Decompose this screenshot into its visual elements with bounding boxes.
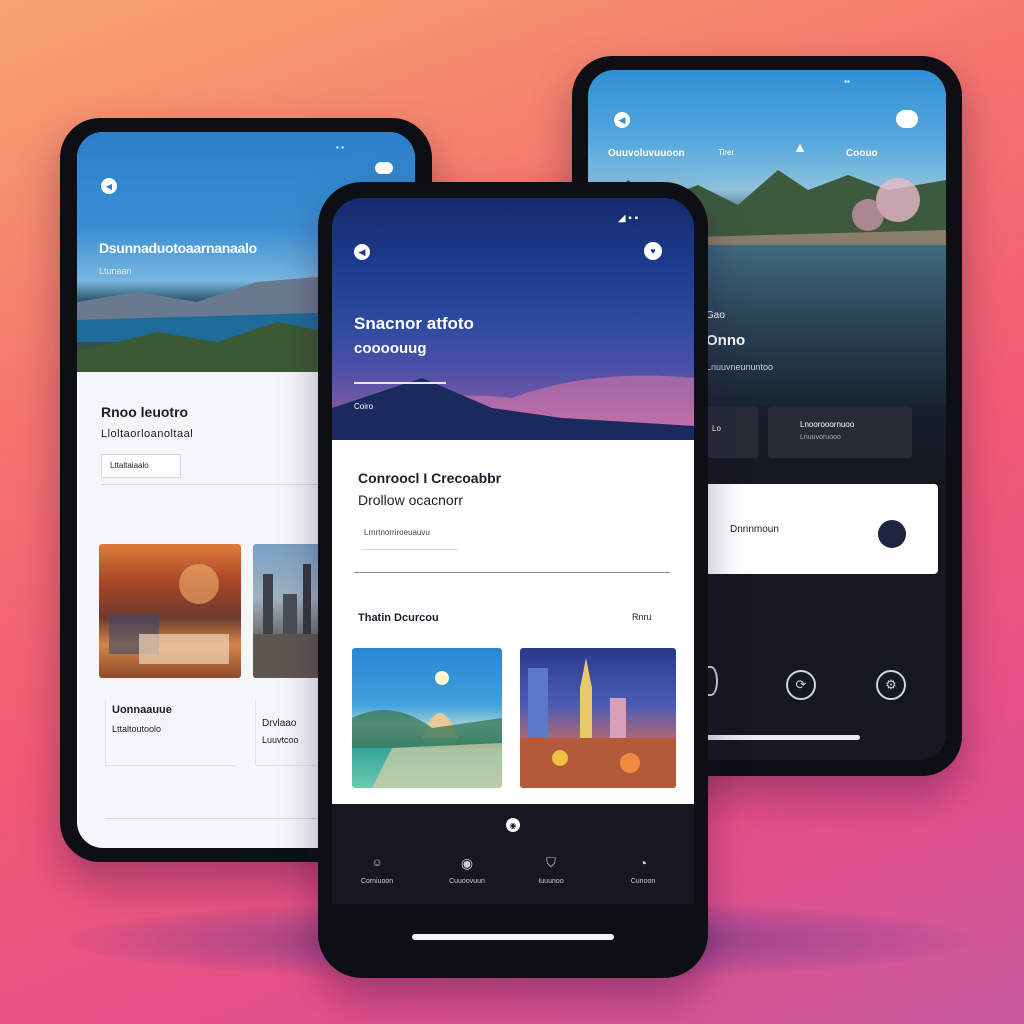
right-cta-label: Dnnnmoun [730,524,779,535]
center-thumb-temple[interactable] [352,648,502,788]
right-hero-tab-2[interactable]: Coouo [846,148,878,159]
left-wifi-icon: ▪ ▪ [336,142,344,152]
right-tile-right[interactable]: Lnoorooornuoo Lnuuvoruooo [768,406,912,458]
left-back-icon[interactable]: ◀ [101,178,117,194]
mountain-tab-icon: ▲ [793,139,807,155]
center-nav-home-icon[interactable]: ◉ [506,818,520,832]
center-section-subtitle: Drollow ocacnorr [358,492,464,508]
center-nav-0-glyph: ☺ [371,857,383,869]
center-nav-0-icon[interactable]: ☺ [362,854,392,872]
center-list-header: Thatin Dcurcou [358,612,439,624]
center-nav-2-icon[interactable]: ⛉ [536,854,566,872]
center-section-title: Conroocl I Crecoabbr [358,470,502,486]
right-tile-left[interactable]: Lo [706,406,758,458]
center-thumb-city-night[interactable] [520,648,676,788]
left-thumb-market[interactable] [99,544,241,678]
center-nav-3-label[interactable]: Cunoon [631,878,656,885]
center-field[interactable]: Lrnrtnorriroeuauvu [362,524,458,550]
center-hero-rule [354,382,446,384]
left-item1[interactable]: Uonnaauue Lttaltoutoolo [105,700,235,766]
signal-icon: ▪▪ [844,76,850,86]
center-nav-1-glyph: ◉ [460,854,474,871]
center-content-sheet: Conroocl I Crecoabbr Drollow ocacnorr Lr… [332,440,694,804]
center-divider [354,572,670,573]
center-field-label: Lrnrtnorriroeuauvu [364,528,430,537]
left-hero-subtitle: Ltunaan [99,266,132,276]
left-item1-title: Uonnaauue [112,704,172,716]
back-icon[interactable]: ◀ [614,112,630,128]
center-nav-1-label[interactable]: Cuuoovuun [449,878,485,885]
right-tile-right-sub: Lnuuvoruooo [800,434,841,441]
right-hero-tab-0[interactable]: Ouuvoluvuuoon [608,148,685,159]
center-nav-2-label[interactable]: Iuuunoo [538,878,563,885]
center-hero-small: Coiro [354,402,374,411]
center-hero-hills [332,375,694,440]
center-phone-screen: ◀ ◢ ▪ ▪ ♥ Snacnor atfoto coooouug Coiro … [332,198,694,962]
right-hero-tab-1[interactable]: Tirer [718,148,734,157]
left-thumb-market-art [109,564,229,664]
left-item1-sub: Lttaltoutoolo [112,724,162,734]
left-card-chip[interactable]: Lttaltaiaalo [101,454,181,478]
right-home-indicator [706,735,860,740]
right-hero-small-top: Gao [706,310,725,321]
right-tile-left-label: Lo [712,424,721,433]
center-nav-0-label[interactable]: Corniuoon [361,878,393,885]
center-signal-icon: ◢ ▪ ▪ [617,212,639,224]
left-card-chip-label: Lttaltaiaalo [110,461,149,470]
right-tile-right-label: Lnoorooornuoo [800,420,855,429]
cloud-icon[interactable] [896,110,918,128]
left-hero-title: Dsunnaduotoaarnanaalo [99,240,257,256]
settings-icon[interactable]: ⚙ [876,670,906,700]
center-thumb-city-night-art [520,658,676,788]
center-nav-1-icon[interactable]: ◉ [452,854,482,872]
left-cloud-icon[interactable] [375,162,393,174]
right-cta-button[interactable] [878,520,906,548]
center-nav-3-icon[interactable]: ◔ [628,854,658,872]
right-cta-bar[interactable]: Dnnnmoun [704,484,938,574]
center-nav-3-glyph: ◔ [638,855,648,871]
center-list-header-link[interactable]: Rnru [632,612,652,622]
left-card-title: Rnoo leuotro [101,404,189,420]
center-nav-2-glyph: ⛉ [546,855,556,870]
center-phone: ◀ ◢ ▪ ▪ ♥ Snacnor atfoto coooouug Coiro … [318,182,708,978]
center-hero-subtitle: coooouug [354,340,427,357]
refresh-icon[interactable]: ⟳ [786,670,816,700]
center-nav-panel-edge [332,904,694,962]
center-home-indicator [412,934,614,940]
center-hero-title: Snacnor atfoto [354,314,474,333]
center-back-icon[interactable]: ◀ [354,244,370,260]
right-hero-title: Onno [706,332,746,349]
left-card-subtitle: Lloltaorloanoltaal [101,428,194,440]
center-thumb-temple-art [352,671,502,788]
right-hero-subtitle: Lnuuvneununtoo [706,362,774,372]
center-favorite-icon[interactable]: ♥ [644,242,662,260]
